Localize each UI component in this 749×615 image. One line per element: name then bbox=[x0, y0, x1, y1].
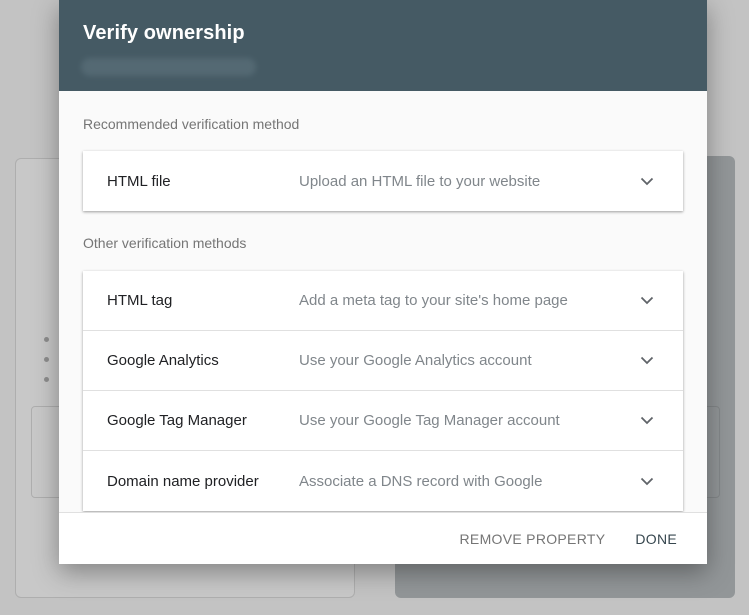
method-row-html-tag[interactable]: HTML tag Add a meta tag to your site's h… bbox=[83, 271, 683, 331]
chevron-down-icon[interactable] bbox=[635, 169, 659, 193]
method-name: Google Tag Manager bbox=[107, 412, 247, 429]
dialog-header: Verify ownership bbox=[59, 0, 707, 91]
remove-property-button[interactable]: REMOVE PROPERTY bbox=[460, 531, 606, 547]
method-name: Google Analytics bbox=[107, 352, 219, 369]
dialog-title: Verify ownership bbox=[83, 22, 245, 44]
method-row-google-tag-manager[interactable]: Google Tag Manager Use your Google Tag M… bbox=[83, 391, 683, 451]
other-methods-card: HTML tag Add a meta tag to your site's h… bbox=[83, 271, 683, 511]
method-description: Use your Google Tag Manager account bbox=[299, 412, 560, 429]
recommended-methods-card: HTML file Upload an HTML file to your we… bbox=[83, 151, 683, 211]
method-row-html-file[interactable]: HTML file Upload an HTML file to your we… bbox=[83, 151, 683, 211]
chevron-down-icon[interactable] bbox=[635, 409, 659, 433]
method-description: Use your Google Analytics account bbox=[299, 352, 532, 369]
redacted-property-url bbox=[81, 58, 256, 76]
dialog-body: Recommended verification method HTML fil… bbox=[59, 91, 707, 512]
verify-ownership-dialog: Verify ownership Recommended verificatio… bbox=[59, 0, 707, 564]
chevron-down-icon[interactable] bbox=[635, 349, 659, 373]
method-description: Associate a DNS record with Google bbox=[299, 472, 543, 490]
method-row-domain-name-provider[interactable]: Domain name provider Associate a DNS rec… bbox=[83, 451, 683, 511]
done-button[interactable]: DONE bbox=[635, 531, 677, 547]
dialog-footer: REMOVE PROPERTY DONE bbox=[59, 512, 707, 564]
other-section-label: Other verification methods bbox=[83, 235, 247, 251]
method-row-google-analytics[interactable]: Google Analytics Use your Google Analyti… bbox=[83, 331, 683, 391]
chevron-down-icon[interactable] bbox=[635, 289, 659, 313]
method-name: HTML tag bbox=[107, 292, 173, 309]
method-description: Upload an HTML file to your website bbox=[299, 172, 541, 190]
method-description: Add a meta tag to your site's home page bbox=[299, 292, 568, 309]
method-name: HTML file bbox=[107, 172, 171, 190]
chevron-down-icon[interactable] bbox=[635, 469, 659, 493]
recommended-section-label: Recommended verification method bbox=[83, 116, 300, 132]
method-name: Domain name provider bbox=[107, 472, 259, 490]
